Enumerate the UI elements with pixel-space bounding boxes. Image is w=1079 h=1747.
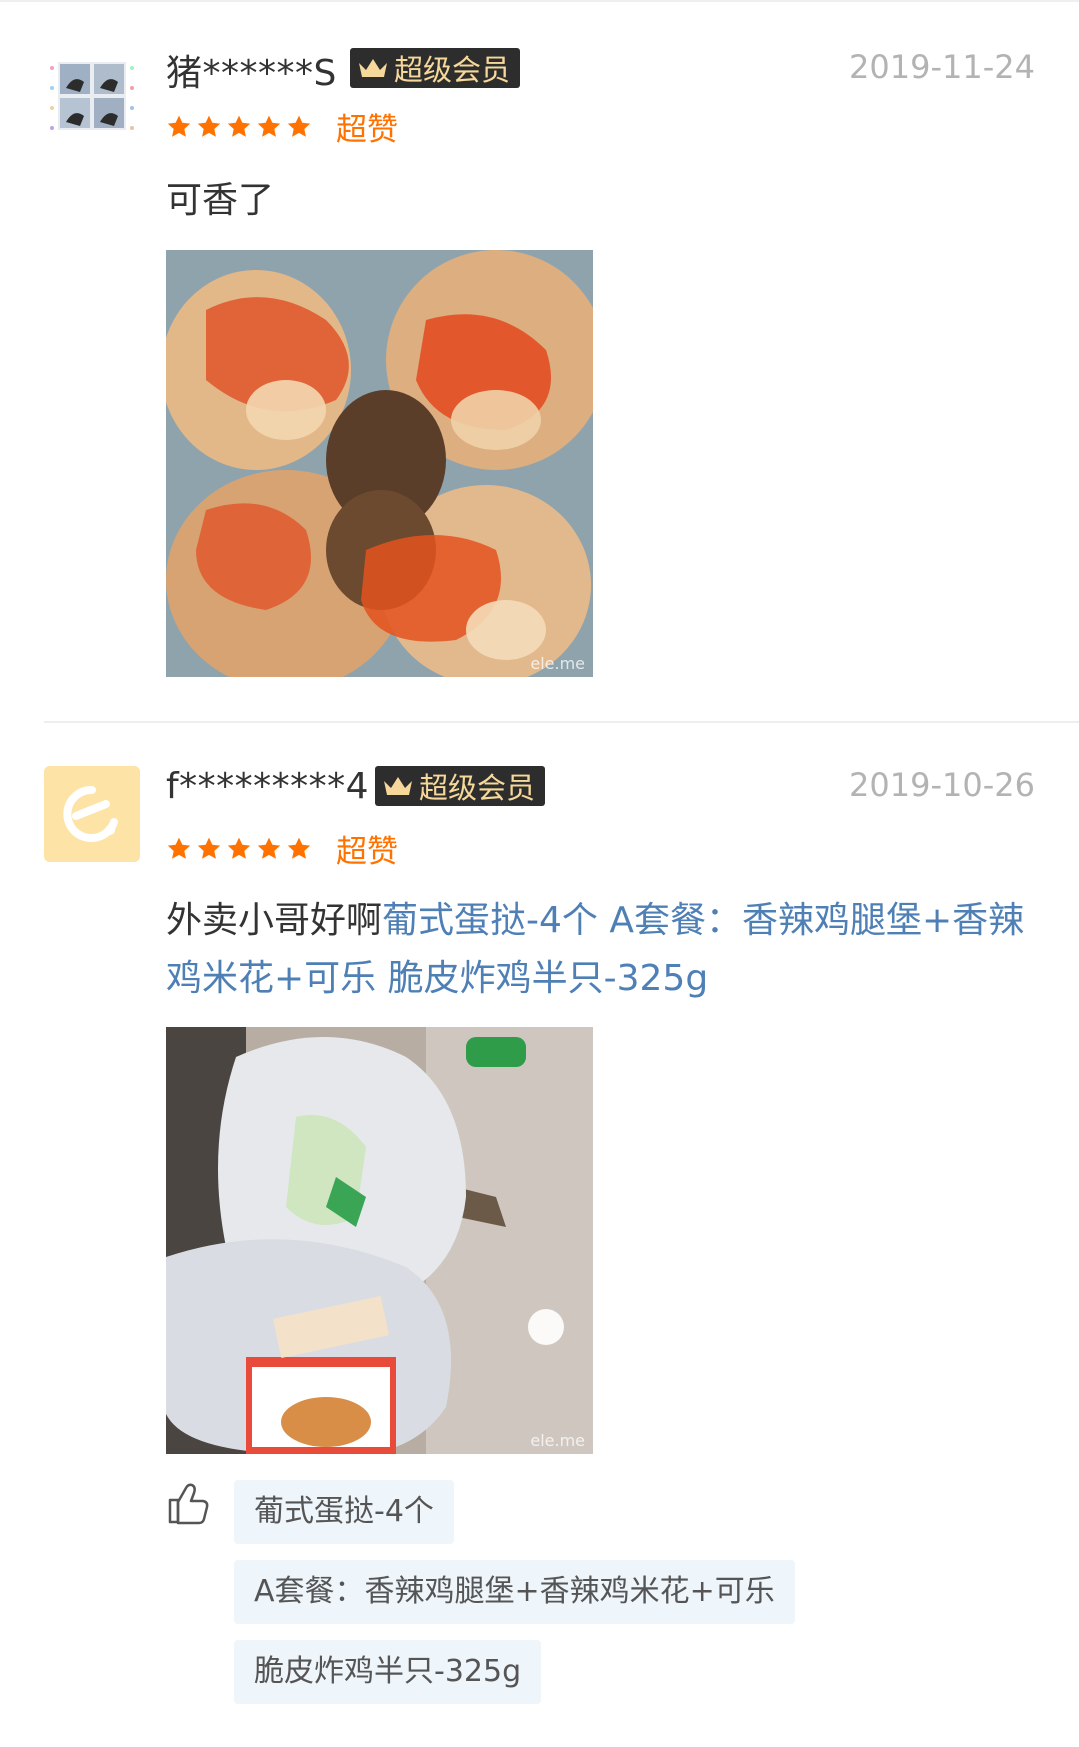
photo-watermark: ele.me [530,654,585,673]
crown-icon [384,777,412,795]
review-text-body: 外卖小哥好啊 [166,900,383,941]
star-icon [287,837,311,859]
star-rating: 超赞 [166,104,398,149]
review-text: 外卖小哥好啊葡式蛋挞-4个 A套餐：香辣鸡腿堡+香辣鸡米花+可乐 脆皮炸鸡半只-… [166,892,1035,1008]
rating-word: 超赞 [336,112,398,148]
star-icon [257,115,281,137]
star-icon [167,837,191,859]
vip-label: 超级会员 [419,771,536,805]
dish-link[interactable]: 脆皮炸鸡半只-325g [388,958,709,999]
star-icon [227,115,251,137]
username: 猪******S [166,53,337,94]
thumbs-up-icon [168,1483,209,1525]
star-icon [197,115,221,137]
delivery-bags-photo-icon [166,1027,593,1454]
fried-chicken-photo-icon [166,250,593,677]
review-card: f*********4 超级会员 2019-10-26 超赞 外卖小哥好啊葡式蛋… [0,722,1079,1747]
liked-dishes-list: 葡式蛋挞-4个 A套餐：香辣鸡腿堡+香辣鸡米花+可乐 脆皮炸鸡半只-325g [234,1480,795,1720]
star-icon [257,837,281,859]
review-card: 猪******S 超级会员 2019-11-24 超赞 可香了 ele.me [0,0,1079,723]
user-avatar[interactable] [44,48,140,144]
review-text: 可香了 [166,172,1035,230]
review-text-body: 可香了 [166,180,275,221]
vip-badge: 超级会员 [375,766,546,806]
liked-dish-chip[interactable]: 葡式蛋挞-4个 [234,1480,454,1544]
review-date: 2019-10-26 [849,766,1035,804]
star-icon [197,837,221,859]
star-icon [167,115,191,137]
star-rating: 超赞 [166,826,398,871]
photo-watermark: ele.me [530,1431,585,1450]
crown-icon [359,59,387,77]
rating-word: 超赞 [336,834,398,870]
user-avatar[interactable] [44,766,140,862]
vip-badge: 超级会员 [350,48,521,88]
liked-dish-chip[interactable]: 脆皮炸鸡半只-325g [234,1640,542,1704]
star-icon [287,115,311,137]
vip-label: 超级会员 [394,53,511,87]
star-icon [227,837,251,859]
username: f*********4 [166,766,370,807]
review-photo[interactable]: ele.me [166,250,593,677]
review-photo[interactable]: ele.me [166,1027,593,1454]
liked-dish-chip[interactable]: A套餐：香辣鸡腿堡+香辣鸡米花+可乐 [234,1560,795,1624]
review-date: 2019-11-24 [849,48,1035,86]
dish-link[interactable]: 葡式蛋挞-4个 [382,900,598,941]
